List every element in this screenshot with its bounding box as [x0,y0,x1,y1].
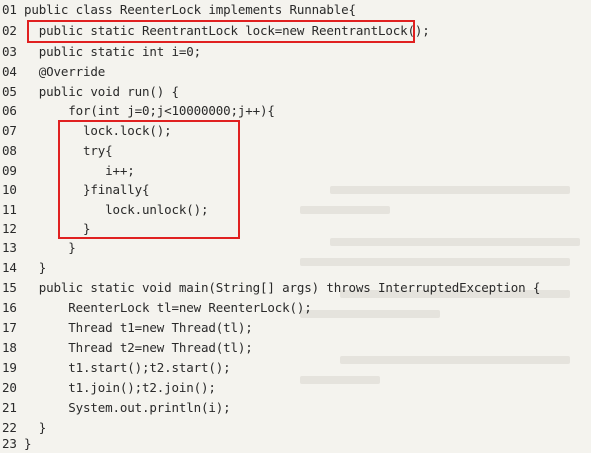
code-text: @Override [24,64,106,79]
code-line: 06 for(int j=0;j<10000000;j++){ [0,101,275,120]
code-line: 15 public static void main(String[] args… [0,278,540,297]
line-number: 05 [2,84,17,99]
line-number: 12 [2,221,17,236]
code-line: 23} [0,434,32,453]
code-text: Thread t2=new Thread(tl); [24,340,253,355]
line-number: 23 [2,436,17,451]
code-text: for(int j=0;j<10000000;j++){ [24,103,275,118]
code-text: public class ReenterLock implements Runn… [24,2,356,17]
line-number: 16 [2,300,17,315]
line-number: 13 [2,240,17,255]
code-line: 03 public static int i=0; [0,42,201,61]
line-number: 10 [2,182,17,197]
code-text: public void run() { [24,84,179,99]
line-number: 11 [2,202,17,217]
code-line: 18 Thread t2=new Thread(tl); [0,338,253,357]
line-number: 03 [2,44,17,59]
code-line: 16 ReenterLock tl=new ReenterLock(); [0,298,312,317]
code-line: 05 public void run() { [0,82,179,101]
code-line: 17 Thread t1=new Thread(tl); [0,318,253,337]
code-line: 20 t1.join();t2.join(); [0,378,216,397]
line-number: 20 [2,380,17,395]
line-number: 06 [2,103,17,118]
code-text: System.out.println(i); [24,400,231,415]
code-line: 04 @Override [0,62,105,81]
code-text: } [24,260,47,275]
line-number: 08 [2,143,17,158]
line-number: 19 [2,360,17,375]
line-number: 14 [2,260,17,275]
code-line: 13 } [0,238,76,257]
code-line: 21 System.out.println(i); [0,398,231,417]
lock-declaration-highlight [27,20,415,43]
line-number: 15 [2,280,17,295]
line-number: 21 [2,400,17,415]
bleed-through-text [330,238,580,246]
code-line: 14 } [0,258,46,277]
bleed-through-text [340,356,570,364]
line-number: 01 [2,2,17,17]
code-line: 01 public class ReenterLock implements Ru… [0,0,356,19]
code-text: t1.start();t2.start(); [24,360,231,375]
line-number: 02 [2,23,17,38]
line-number: 07 [2,123,17,138]
line-number: 09 [2,163,17,178]
line-number: 17 [2,320,17,335]
bleed-through-text [330,186,570,194]
code-text: } [24,240,76,255]
code-line: 19 t1.start();t2.start(); [0,358,231,377]
bleed-through-text [300,310,440,318]
code-text: public static int i=0; [24,44,202,59]
line-number: 04 [2,64,17,79]
code-listing: 01 public class ReenterLock implements Ru… [0,0,591,451]
code-text: } [24,436,32,451]
bleed-through-text [300,206,390,214]
code-text: public static void main(String[] args) t… [24,280,541,295]
bleed-through-text [300,376,380,384]
lock-block-highlight [58,120,240,239]
line-number: 18 [2,340,17,355]
code-text: t1.join();t2.join(); [24,380,216,395]
bleed-through-text [300,258,570,266]
code-text: Thread t1=new Thread(tl); [24,320,253,335]
code-text: ReenterLock tl=new ReenterLock(); [24,300,312,315]
